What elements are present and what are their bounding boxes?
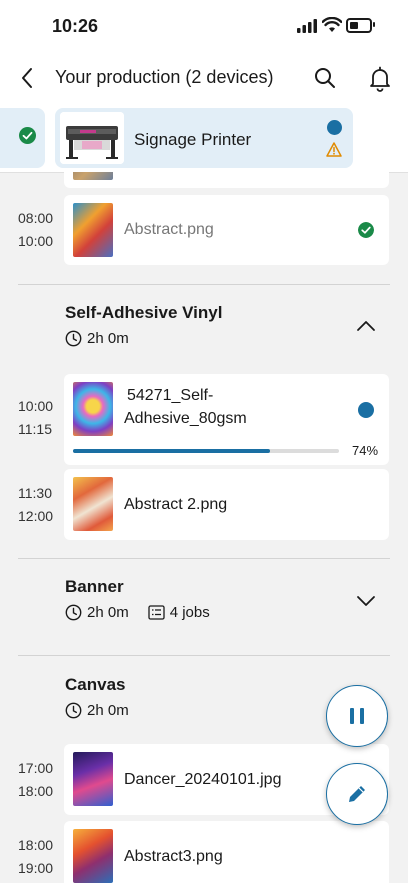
divider xyxy=(18,284,390,285)
search-icon[interactable] xyxy=(311,64,339,92)
device-card-signage-printer[interactable]: Signage Printer xyxy=(55,108,353,168)
job-thumbnail xyxy=(73,382,113,436)
job-thumbnail xyxy=(73,172,113,180)
job-card-partial[interactable] xyxy=(64,172,389,188)
job-card-abstract-2[interactable]: Abstract 2.png xyxy=(64,469,389,540)
device-card-previous[interactable] xyxy=(0,108,45,168)
check-circle-icon xyxy=(358,222,374,238)
chevron-down-icon[interactable] xyxy=(354,589,378,613)
battery-icon xyxy=(346,18,372,33)
group-title: Self-Adhesive Vinyl xyxy=(65,303,223,322)
signal-icon xyxy=(297,19,317,33)
group-meta: 2h 0m xyxy=(65,330,129,347)
group-duration: 2h 0m xyxy=(87,330,129,347)
job-end-time: 19:00 xyxy=(18,860,54,876)
group-title: Canvas xyxy=(65,675,126,694)
device-status-dot xyxy=(327,120,342,135)
job-thumbnail xyxy=(73,203,113,257)
divider xyxy=(18,558,390,559)
job-status-dot xyxy=(358,402,374,418)
status-bar: 10:26 xyxy=(0,0,408,56)
pause-button[interactable] xyxy=(326,685,388,747)
group-job-count: 4 jobs xyxy=(169,604,210,621)
job-thumbnail xyxy=(73,477,113,531)
clock-icon xyxy=(65,330,82,347)
job-start-time: 18:00 xyxy=(18,837,54,853)
status-time: 10:26 xyxy=(52,16,99,36)
group-meta: 2h 0m 4 jobs xyxy=(65,604,210,621)
progress-bar-fill xyxy=(73,449,270,453)
job-start-time: 10:00 xyxy=(18,398,54,414)
bell-icon[interactable] xyxy=(366,64,394,92)
job-end-time: 12:00 xyxy=(18,508,54,524)
back-arrow-icon[interactable] xyxy=(14,64,42,92)
job-thumbnail xyxy=(73,829,113,883)
job-start-time: 11:30 xyxy=(18,485,52,501)
chevron-up-icon[interactable] xyxy=(354,314,378,338)
clock-icon xyxy=(65,702,82,719)
device-selector: Signage Printer xyxy=(0,100,408,173)
wifi-icon xyxy=(322,17,342,32)
pencil-icon xyxy=(349,786,365,802)
job-start-time: 08:00 xyxy=(18,210,54,226)
job-end-time: 18:00 xyxy=(18,783,54,799)
divider xyxy=(18,655,390,656)
job-card-abstract3[interactable]: Abstract3.png xyxy=(64,821,389,883)
job-name: Abstract 2.png xyxy=(124,496,228,513)
device-name: Signage Printer xyxy=(134,130,252,149)
printer-image xyxy=(60,112,124,164)
job-name: Dancer_20240101.jpg xyxy=(124,771,282,788)
job-start-time: 17:00 xyxy=(18,760,54,776)
job-name: Abstract3.png xyxy=(124,848,223,865)
progress-bar xyxy=(73,449,339,453)
job-name-line2: Adhesive_80gsm xyxy=(124,410,247,427)
job-name-line1: 54271_Self- xyxy=(127,387,214,404)
app-header: Your production (2 devices) xyxy=(0,56,408,100)
job-name: Abstract.png xyxy=(124,221,214,238)
progress-label: 74% xyxy=(352,443,379,458)
page-title: Your production (2 devices) xyxy=(55,67,274,87)
group-meta: 2h 0m xyxy=(65,702,129,719)
job-end-time: 10:00 xyxy=(18,233,54,249)
pause-icon xyxy=(350,708,364,724)
job-card-abstract[interactable]: Abstract.png xyxy=(64,195,389,265)
group-title: Banner xyxy=(65,577,124,596)
group-duration: 2h 0m xyxy=(87,604,129,621)
group-duration: 2h 0m xyxy=(87,702,129,719)
warning-icon xyxy=(326,142,342,157)
check-circle-icon xyxy=(19,127,36,144)
job-card-self-adhesive[interactable]: 54271_Self- Adhesive_80gsm 74% xyxy=(64,374,389,465)
job-thumbnail xyxy=(73,752,113,806)
list-icon xyxy=(148,605,165,620)
battery-tip xyxy=(373,22,375,27)
job-end-time: 11:15 xyxy=(18,421,52,437)
clock-icon xyxy=(65,604,82,621)
edit-button[interactable] xyxy=(326,763,388,825)
